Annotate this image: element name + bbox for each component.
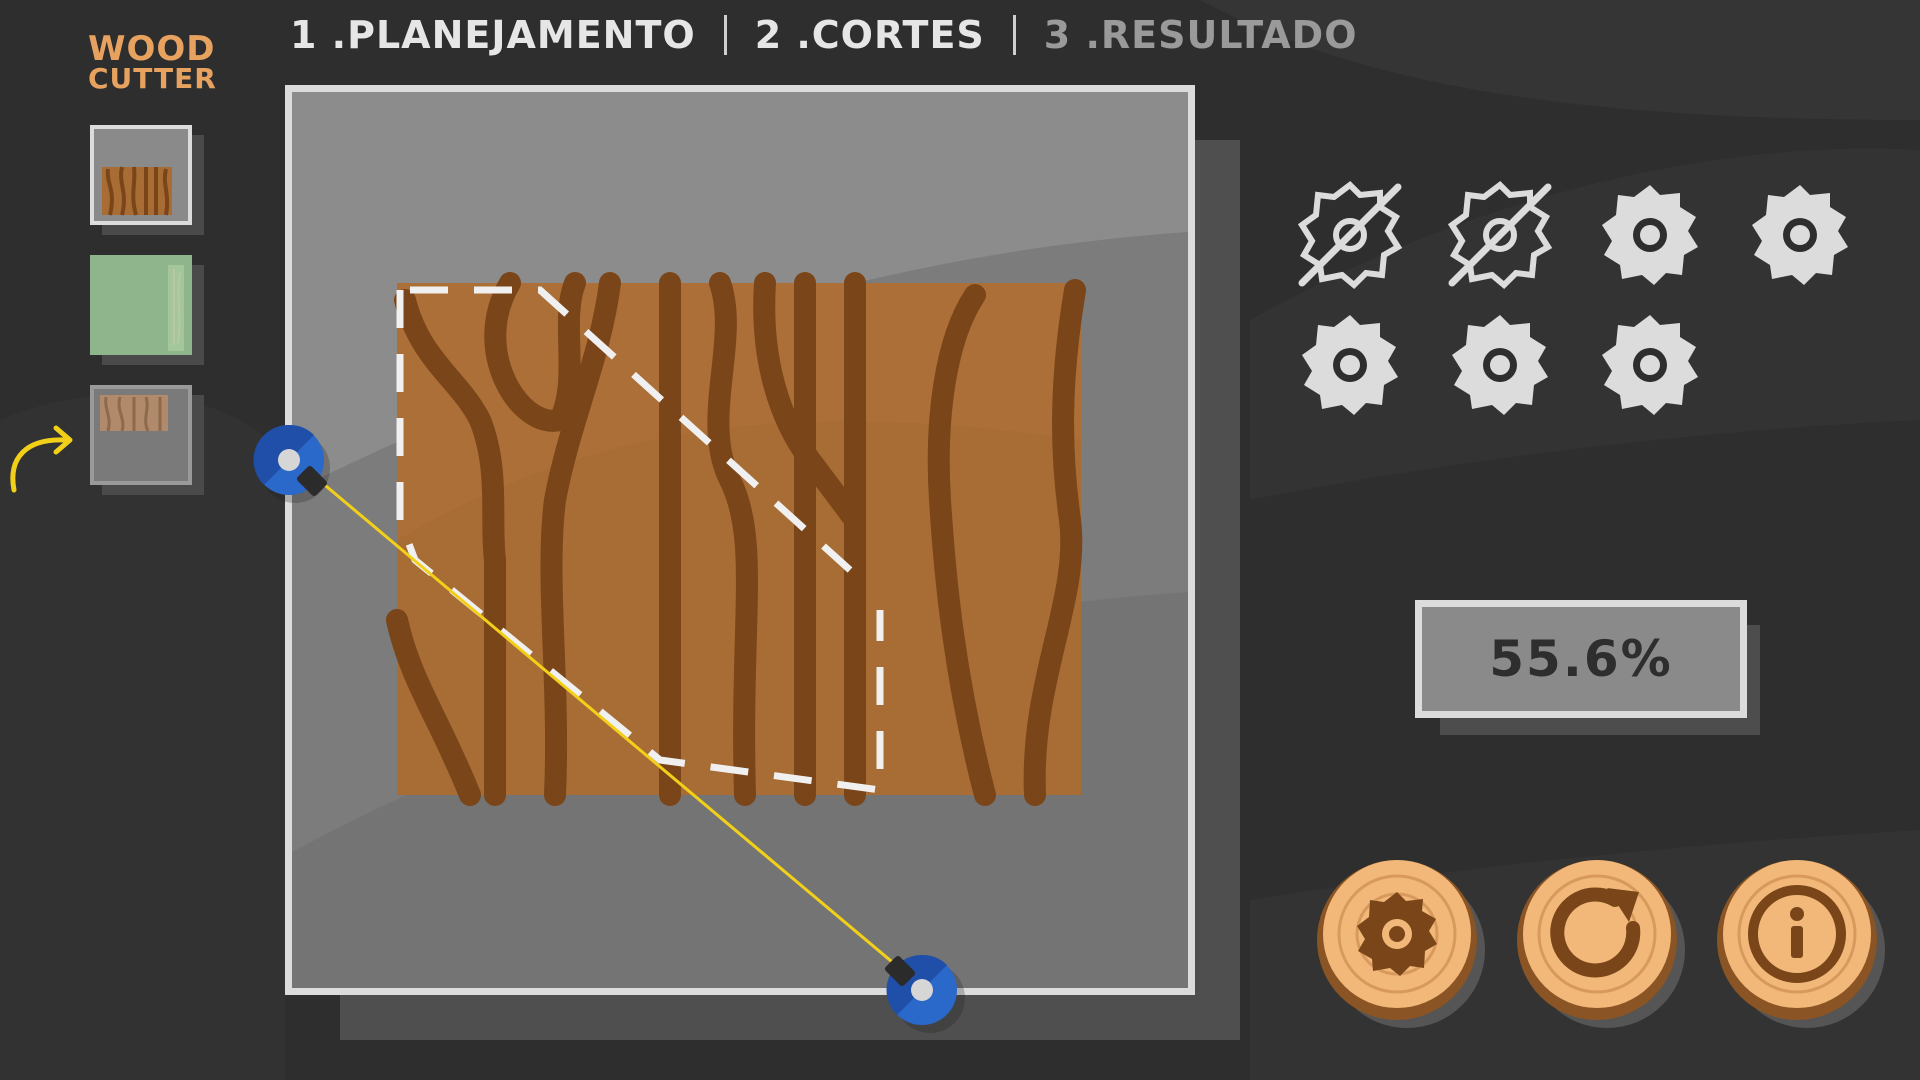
score-percentage: 55.6% [1415, 600, 1747, 718]
cut-button[interactable] [1315, 858, 1485, 1028]
wood-plank[interactable] [386, 272, 1086, 806]
cutter-handle-start[interactable] [253, 424, 330, 503]
saw-blade-icon[interactable] [1602, 315, 1698, 415]
reset-button[interactable] [1515, 858, 1685, 1028]
saw-blade-icon[interactable] [1452, 315, 1548, 415]
saw-used-icon [1452, 185, 1548, 285]
info-button[interactable] [1715, 858, 1885, 1028]
saw-blade-icon[interactable] [1302, 315, 1398, 415]
saw-inventory [1290, 180, 1848, 415]
cutter-handle-end[interactable] [884, 954, 965, 1033]
saw-used-icon [1302, 185, 1398, 285]
saw-blade-icon[interactable] [1752, 185, 1848, 285]
saw-blade-icon[interactable] [1602, 185, 1698, 285]
